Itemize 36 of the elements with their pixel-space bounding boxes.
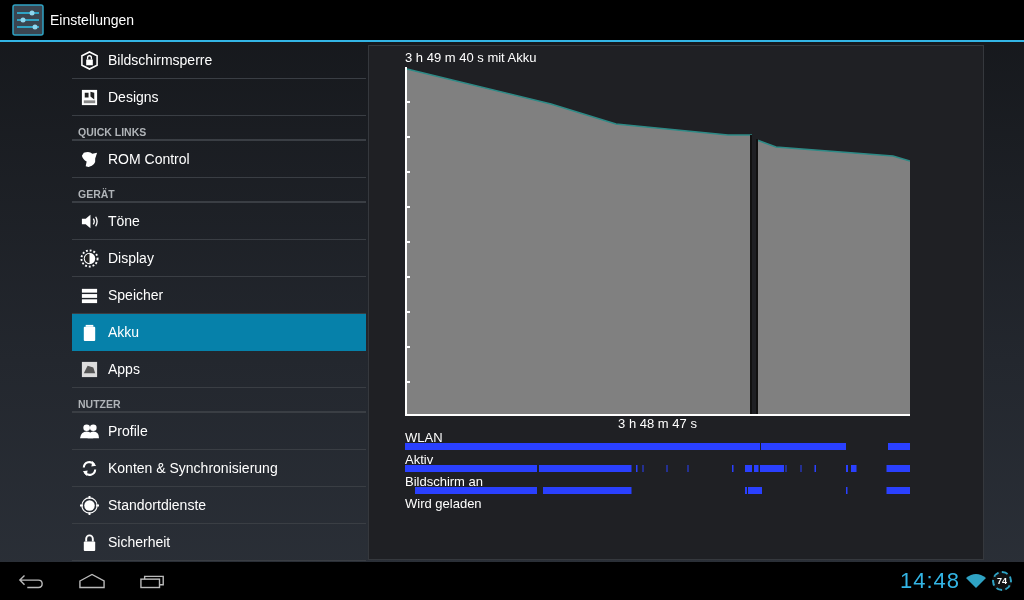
- app-title: Einstellungen: [50, 12, 135, 28]
- sync-icon: [80, 458, 99, 478]
- wifi-icon: [966, 573, 986, 589]
- sidebar-item[interactable]: Display: [72, 240, 366, 277]
- section-header: NUTZER: [72, 388, 366, 413]
- battery-indicator: 74: [992, 571, 1012, 591]
- timeline-label: Bildschirm an: [405, 475, 485, 487]
- home-icon[interactable]: [79, 573, 105, 589]
- sidebar-item[interactable]: Konten & Synchronisierung: [72, 450, 366, 487]
- settings-sliders-icon[interactable]: [12, 4, 44, 36]
- section-header: QUICK LINKS: [72, 116, 366, 141]
- sidebar-item[interactable]: Designs: [72, 79, 366, 116]
- back-icon[interactable]: [18, 573, 44, 589]
- recent-apps-icon[interactable]: [140, 573, 166, 589]
- lock-shield-icon: [80, 50, 99, 70]
- people-icon: [80, 421, 99, 441]
- timeline-label: Wird geladen: [405, 497, 483, 509]
- image-frame-icon: [80, 87, 99, 107]
- sidebar-item[interactable]: Apps: [72, 351, 366, 388]
- sidebar-item[interactable]: Akku: [72, 314, 366, 351]
- section-header: GERÄT: [72, 178, 366, 203]
- sidebar-item[interactable]: Bildschirmsperre: [72, 42, 366, 79]
- duration-label: 3 h 48 m 47 s: [617, 416, 698, 431]
- sidebar-item[interactable]: Sicherheit: [72, 524, 366, 561]
- battery-time-label: 3 h 49 m 40 s mit Akku: [405, 50, 538, 67]
- sidebar-item[interactable]: Töne: [72, 203, 366, 240]
- sidebar-item[interactable]: Profile: [72, 413, 366, 450]
- clock: 14:48: [899, 568, 960, 594]
- sidebar-item[interactable]: ROM Control: [72, 141, 366, 178]
- timeline-label: WLAN: [405, 431, 444, 443]
- brightness-icon: [80, 248, 99, 268]
- apps-icon: [80, 359, 99, 379]
- creature-icon: [80, 149, 99, 169]
- location-icon: [80, 495, 99, 515]
- timeline-label: Aktiv: [405, 453, 435, 465]
- sidebar-item[interactable]: Standortdienste: [72, 487, 366, 524]
